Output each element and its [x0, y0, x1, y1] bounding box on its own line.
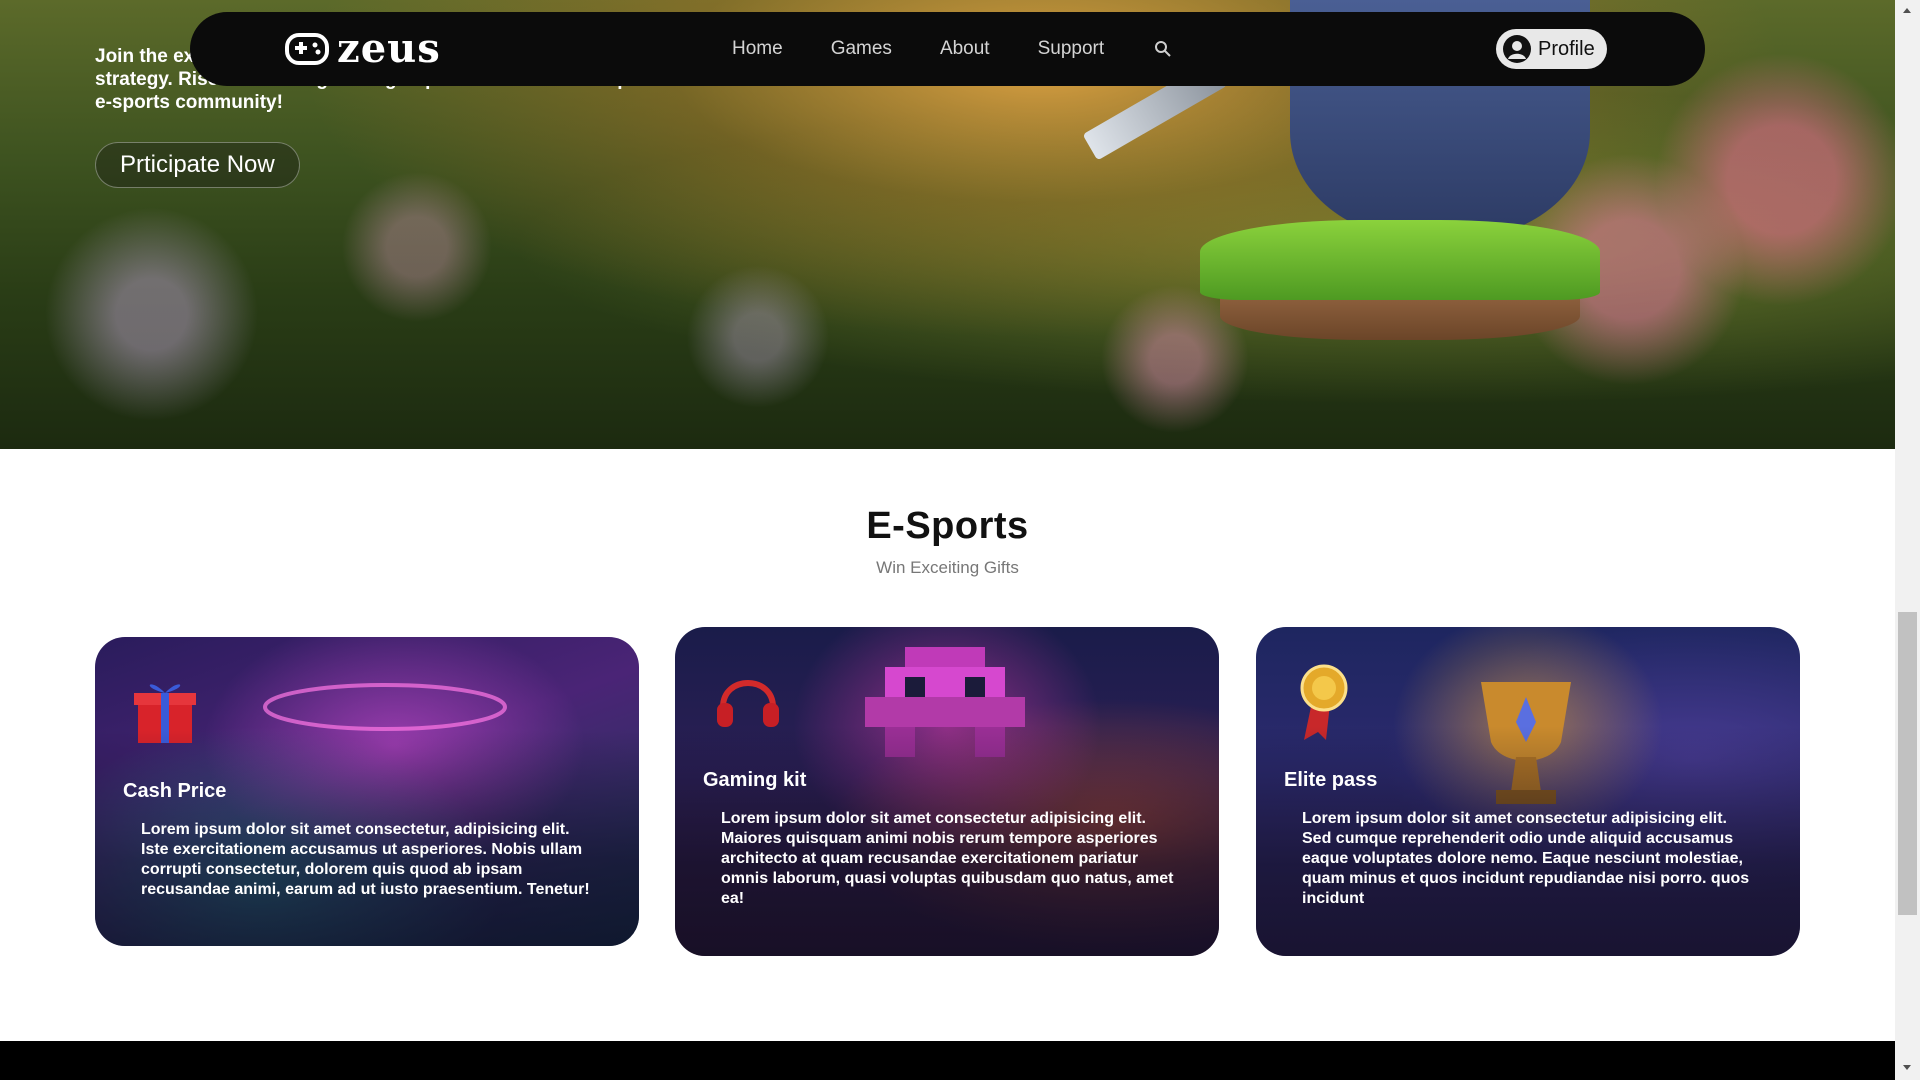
nav-link-games[interactable]: Games — [831, 38, 892, 60]
section-subtitle: Win Exceiting Gifts — [876, 558, 1019, 577]
gamepad-icon — [285, 33, 329, 65]
scroll-thumb[interactable] — [1898, 612, 1917, 915]
profile-label: Profile — [1538, 37, 1595, 60]
card-body: Lorem ipsum dolor sit amet consectetur a… — [1302, 810, 1750, 907]
nav-link-support[interactable]: Support — [1038, 38, 1105, 60]
card-title: Gaming kit — [703, 769, 807, 791]
footer-bar — [0, 1041, 1895, 1080]
card-gaming-kit[interactable]: Gaming kit Lorem ipsum dolor sit amet co… — [675, 627, 1219, 956]
card-elite-pass[interactable]: Elite pass Lorem ipsum dolor sit amet co… — [1256, 627, 1800, 956]
site-logo[interactable]: zeus — [285, 29, 441, 69]
search-icon[interactable] — [1154, 40, 1172, 58]
scroll-down-arrow-icon[interactable] — [1902, 1062, 1912, 1072]
section-title: E-Sports — [866, 505, 1029, 547]
card-cash-price[interactable]: Cash Price Lorem ipsum dolor sit amet co… — [95, 637, 639, 946]
hero-grass-platform — [1200, 220, 1600, 340]
platform-grass — [1200, 220, 1600, 300]
page-scrollbar[interactable] — [1895, 0, 1920, 1080]
participate-now-button[interactable]: Prticipate Now — [95, 142, 300, 188]
headphones-icon — [717, 680, 779, 727]
top-navbar: zeus Home Games About Support Profile — [190, 12, 1705, 86]
logo-text: zeus — [337, 25, 441, 72]
nav-link-home[interactable]: Home — [732, 38, 783, 60]
card-body: Lorem ipsum dolor sit amet consectetur a… — [721, 810, 1174, 907]
nav-link-about[interactable]: About — [940, 38, 990, 60]
stage-ring-art — [263, 683, 507, 731]
card-body: Lorem ipsum dolor sit amet consectetur, … — [141, 821, 590, 898]
user-avatar-icon — [1503, 35, 1531, 63]
scroll-up-arrow-icon[interactable] — [1902, 6, 1912, 16]
card-title: Elite pass — [1284, 769, 1378, 791]
profile-button[interactable]: Profile — [1496, 29, 1607, 69]
nav-links: Home Games About Support — [732, 12, 1172, 86]
card-title: Cash Price — [123, 780, 227, 802]
